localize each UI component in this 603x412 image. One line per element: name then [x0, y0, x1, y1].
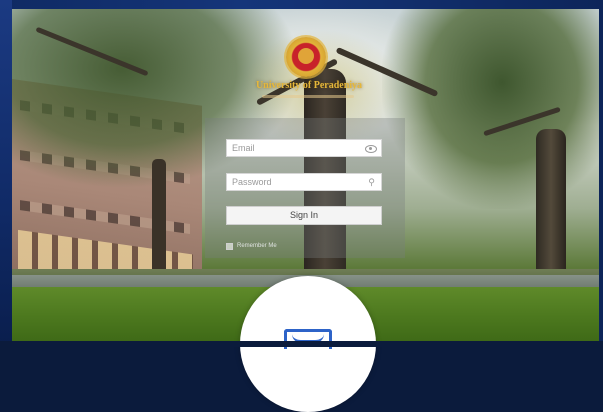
password-input[interactable]	[232, 175, 360, 189]
email-input[interactable]	[232, 141, 360, 155]
tree-canopy	[382, 9, 599, 209]
password-field[interactable]: ⚲	[226, 173, 382, 191]
logo-emblem	[298, 48, 314, 64]
university-name: University of Peradeniya	[255, 80, 363, 91]
window-frame-right	[599, 0, 603, 347]
window-frame-bottom	[0, 341, 603, 347]
window-frame-left	[0, 0, 12, 347]
university-logo	[286, 37, 326, 77]
key-icon: ⚲	[368, 177, 375, 187]
window-frame-top	[0, 0, 603, 9]
logo-subtitle-blur	[262, 95, 354, 98]
remember-me-checkbox[interactable]	[226, 242, 233, 250]
sign-in-button[interactable]: Sign In	[226, 206, 382, 225]
email-field[interactable]	[226, 139, 382, 157]
tree-trunk	[536, 129, 566, 289]
tree-trunk	[152, 159, 166, 279]
remember-me-label: Remember Me	[237, 243, 277, 249]
eye-icon	[365, 145, 377, 153]
remember-me[interactable]: Remember Me	[226, 241, 277, 251]
